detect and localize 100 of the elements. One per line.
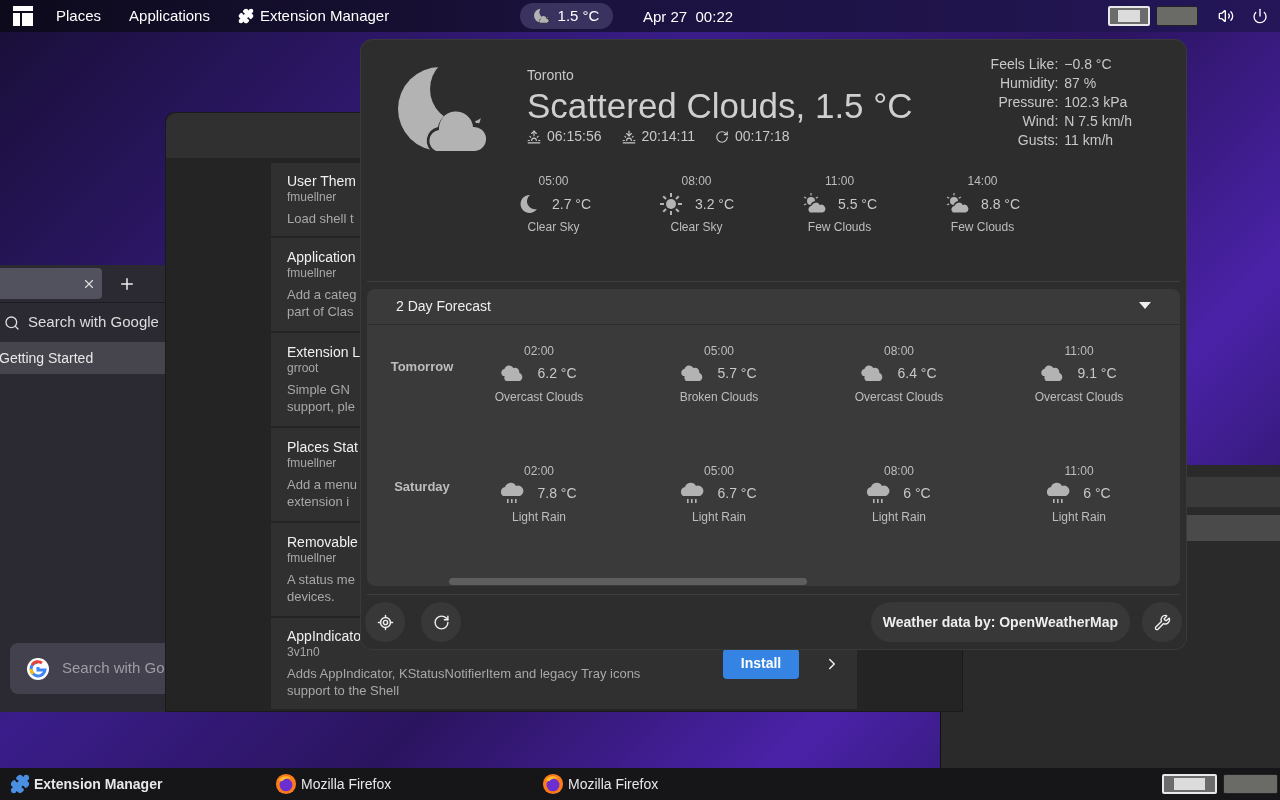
sunset-time: 20:14:11 [641,127,695,146]
attribution-button[interactable]: Weather data by: OpenWeatherMap [870,602,1130,643]
address-field[interactable]: Search with Google [28,311,158,334]
forecast-header[interactable]: 2 Day Forecast [367,288,1180,325]
forecast-time: 08:00 [884,462,914,480]
taskbar-item[interactable]: Extension Manager [10,773,275,795]
volume-icon[interactable] [1218,8,1234,24]
rain-cloud-icon [501,481,526,506]
forecast-time: 14:00 [967,173,998,190]
forecast-condition: Clear Sky [527,219,580,236]
forecast-temperature: 5.5 °C [837,194,878,214]
extension-name: Places Stat [287,439,358,456]
settings-button[interactable] [1142,602,1182,643]
activities-icon[interactable] [12,5,34,27]
install-button[interactable]: Install [723,648,799,679]
sun-cloud-icon [801,192,826,216]
forecast-condition: Broken Clouds [679,388,759,406]
top-menu[interactable]: Places [56,4,102,28]
extension-description: Adds AppIndicator, KStatusNotifierItem and legacy Tray icons support to the Shell [287,665,641,699]
detail-value: 87 % [1064,74,1098,93]
forecast-temperature: 8.8 °C [980,194,1021,214]
extension-author: fmuellner [287,456,337,471]
forecast-condition: Overcast Clouds [1034,388,1124,406]
rain-cloud-icon [867,481,892,506]
forecast-time: 05:00 [704,462,734,480]
forecast-time: 11:00 [824,173,855,190]
extension-description: A status me devices. [287,571,355,605]
forecast-condition: Light Rain [511,508,566,526]
clock[interactable]: Apr 27 00:22 [643,6,734,29]
extension-name: Extension L [287,344,361,361]
browser-icon [542,773,564,795]
forecast-time: 08:00 [681,173,712,190]
forecast-temperature: 9.1 °C [1077,364,1117,384]
extension-description: Load shell t [287,209,354,227]
browser-icon [275,773,297,795]
workspace-thumbnail[interactable] [1156,6,1198,26]
forecast-time: 11:00 [1064,462,1094,480]
forecast-temperature: 3.2 °C [694,194,735,214]
sunrise-time: 06:15:56 [547,127,602,146]
extension-author: fmuellner [287,189,337,205]
workspace-thumbnail[interactable] [1223,774,1278,794]
top-menu[interactable]: Applications [129,4,210,28]
detail-label: Humidity: [998,74,1059,93]
extension-name: Application [287,249,356,266]
forecast-time: 11:00 [1064,342,1094,360]
locate-button[interactable] [365,602,405,643]
sun-icon [658,192,683,216]
refresh-icon [714,129,729,144]
extension-author: grroot [287,361,319,376]
current-conditions: Scattered Clouds, 1.5 °C [527,86,913,126]
search-icon [4,314,20,331]
forecast-condition: Light Rain [691,508,746,526]
forecast-time: 02:00 [524,342,554,360]
detail-value: 11 km/h [1064,131,1115,150]
locate-icon [376,613,394,631]
power-icon[interactable] [1252,8,1268,24]
moon-cloud-icon [533,8,550,24]
app-menu[interactable]: Extension Manager [259,4,390,28]
extension-name: AppIndicato [287,628,361,645]
detail-value: 102.3 kPa [1064,93,1129,112]
forecast-condition: Light Rain [1051,508,1106,526]
forecast-time: 08:00 [884,342,914,360]
taskbar-item[interactable]: Mozilla Firefox [542,773,809,795]
extension-name: User Them [287,172,356,190]
forecast-temperature: 5.7 °C [717,364,757,384]
rain-cloud-icon [1047,481,1072,506]
detail-value: −0.8 °C [1064,55,1113,74]
forecast-time: 02:00 [524,462,554,480]
search-placeholder: Search with Go [62,658,165,679]
forecast-temperature: 6 °C [1083,484,1111,504]
extension-description: Add a categ part of Clas [287,286,357,320]
rain-cloud-icon [681,481,706,506]
forecast-condition: Overcast Clouds [854,388,944,406]
day-label: Saturday [393,477,451,496]
update-time: 00:17:18 [734,127,790,146]
day-label: Tomorrow [389,357,455,376]
forecast-temperature: 7.8 °C [537,484,577,504]
forecast-condition: Few Clouds [950,219,1015,236]
sunset-icon [621,129,636,144]
refresh-button[interactable] [421,602,461,643]
puzzle-icon [237,8,254,24]
search-field[interactable]: Search with Go [10,643,165,694]
refresh-icon [432,613,450,631]
detail-label: Wind: [1021,112,1059,131]
taskbar-item[interactable]: Mozilla Firefox [275,773,542,795]
forecast-temperature: 6.4 °C [897,364,937,384]
logo-icon [26,656,50,681]
extension-author: 3v1n0 [287,645,320,660]
forecast-temperature: 6.7 °C [717,484,757,504]
detail-value: N 7.5 km/h [1064,112,1132,131]
forecast-temperature: 6 °C [903,484,931,504]
location-name: Toronto [527,66,575,85]
dropdown-arrow-icon[interactable] [1139,302,1151,311]
extension-description: Simple GN support, ple [287,381,355,415]
scrollbar[interactable] [449,578,807,586]
extension-author: fmuellner [287,266,337,281]
forecast-condition: Clear Sky [670,219,723,236]
extension-name: Removable [287,534,358,551]
weather-indicator[interactable]: 1.5 °C [520,3,613,29]
forecast-time: 05:00 [538,173,569,190]
